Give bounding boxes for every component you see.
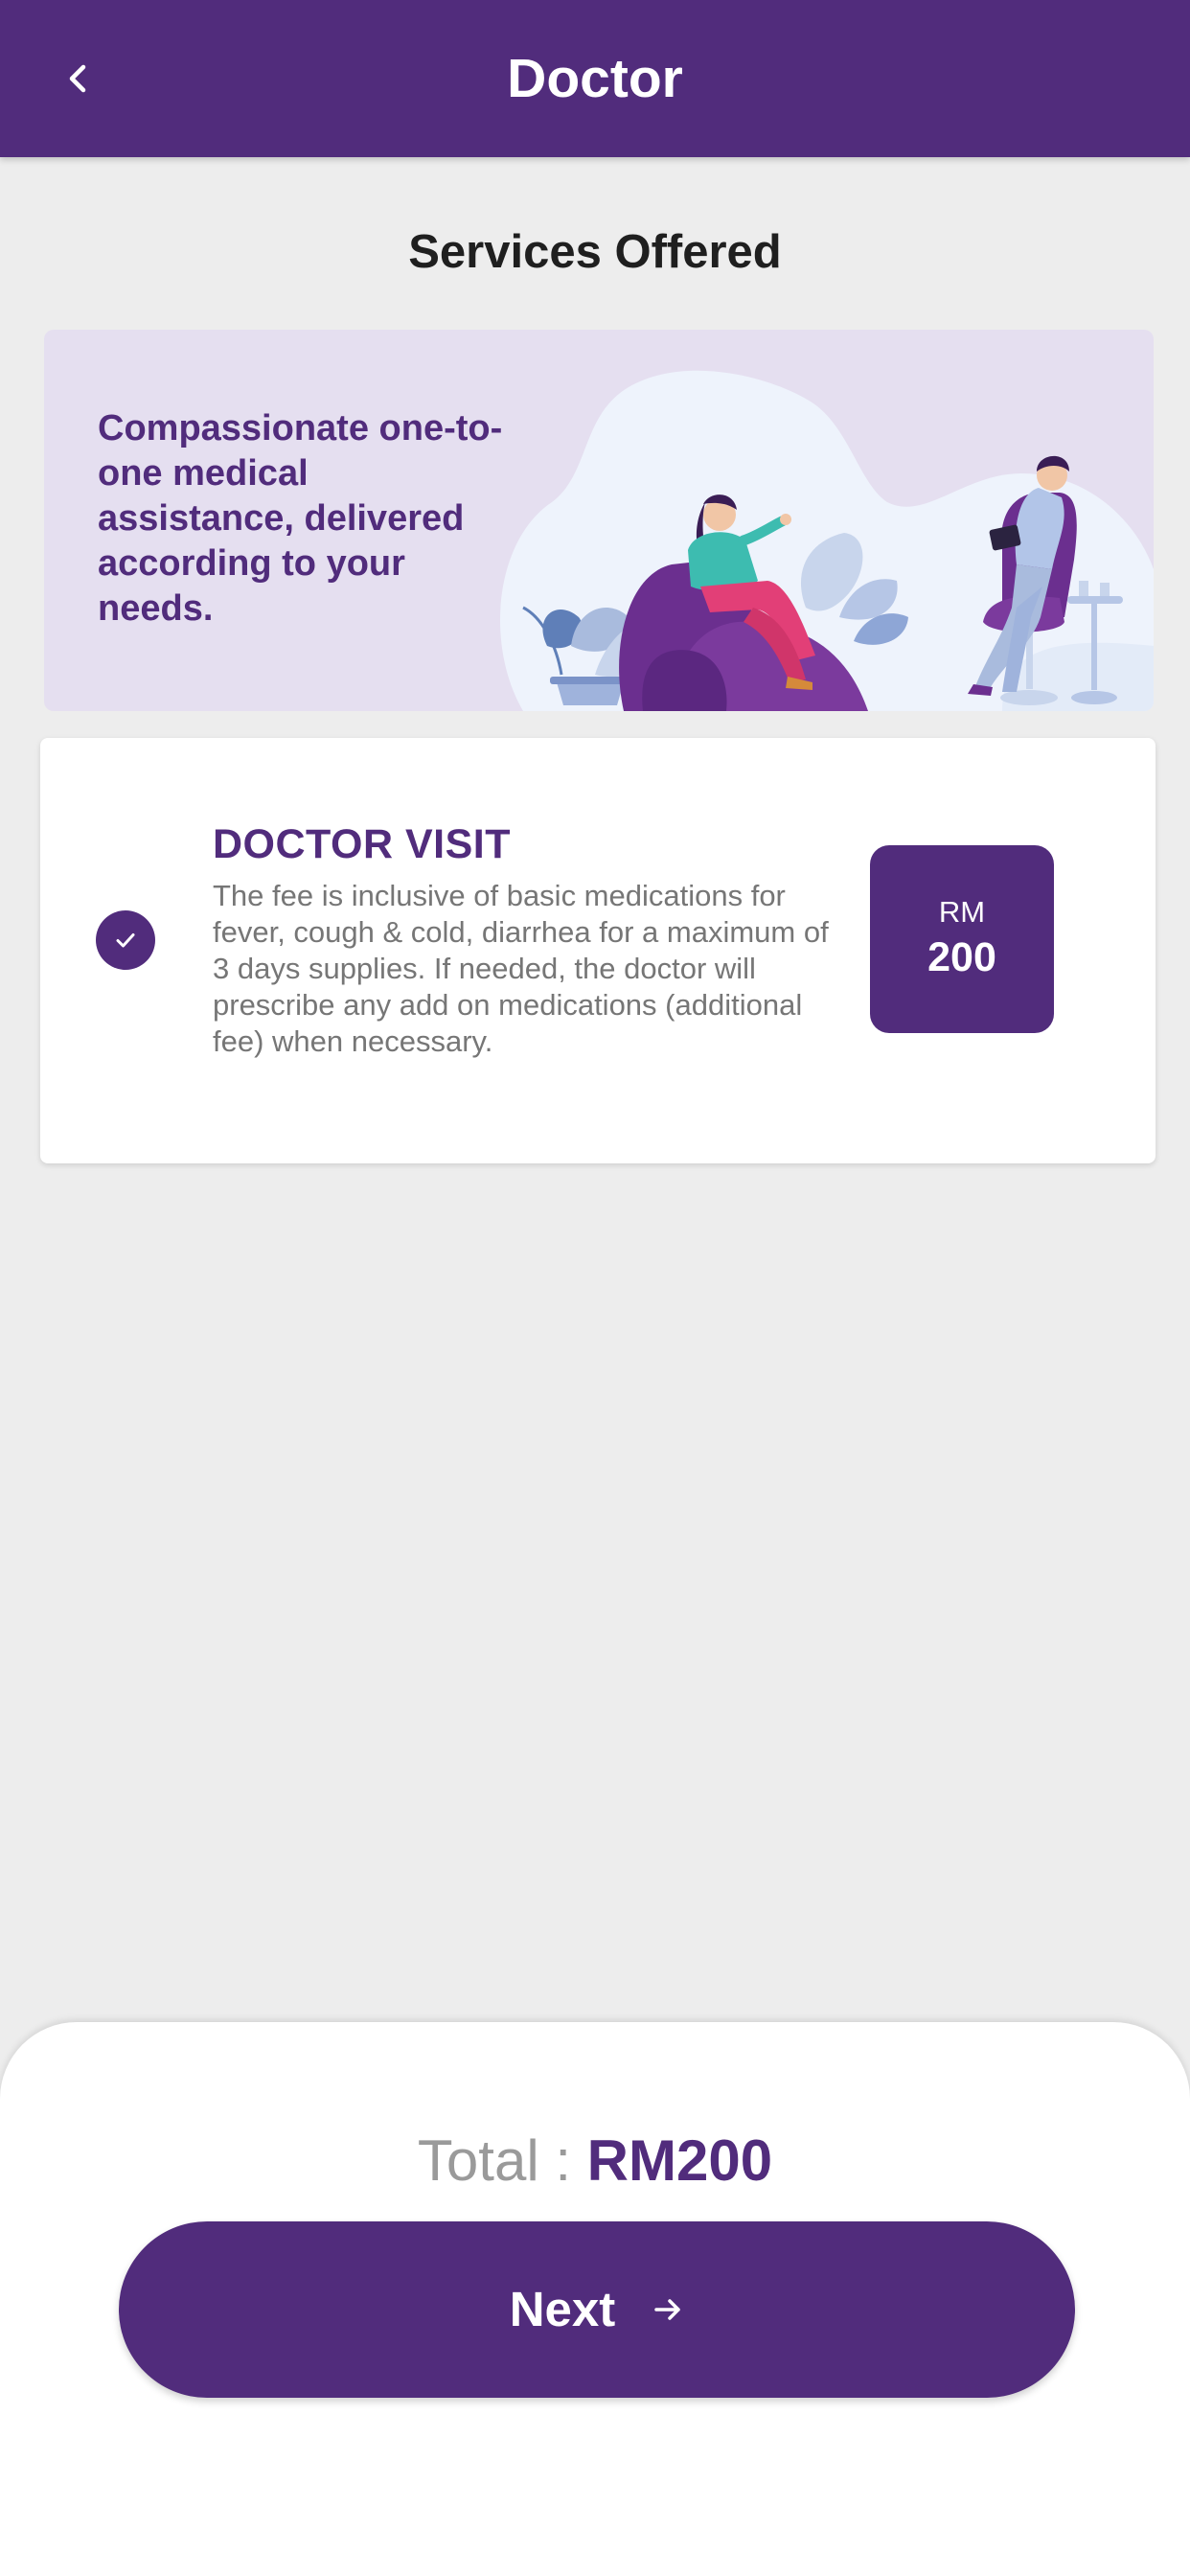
check-icon: [116, 933, 135, 948]
next-button-label: Next: [509, 2282, 616, 2336]
service-description: The fee is inclusive of basic medication…: [213, 879, 829, 1058]
doctor-patient-consultation-illustration: [500, 370, 1154, 711]
service-title: DOCTOR VISIT: [213, 821, 512, 867]
price-amount: 200: [927, 934, 996, 980]
arrow-right-icon: [652, 2293, 684, 2326]
total-label: Total :: [417, 2128, 587, 2193]
service-card-doctor-visit[interactable]: DOCTOR VISIT The fee is inclusive of bas…: [40, 738, 1156, 1163]
total-summary: Total : RM200: [0, 2123, 1190, 2199]
price-currency: RM: [938, 895, 986, 929]
banner-text: Compassionate one-to-one medical assista…: [98, 408, 503, 629]
price-badge: RM 200: [870, 845, 1054, 1033]
section-title: Services Offered: [408, 226, 782, 278]
checkout-panel: Total : RM200 Next: [0, 2022, 1190, 2576]
app-bar: Doctor: [0, 0, 1190, 157]
total-value: RM200: [586, 2128, 773, 2193]
selected-checkbox[interactable]: [96, 910, 155, 970]
next-button[interactable]: Next: [119, 2221, 1075, 2398]
page-title: Doctor: [507, 48, 683, 109]
services-banner: Compassionate one-to-one medical assista…: [44, 330, 1154, 711]
